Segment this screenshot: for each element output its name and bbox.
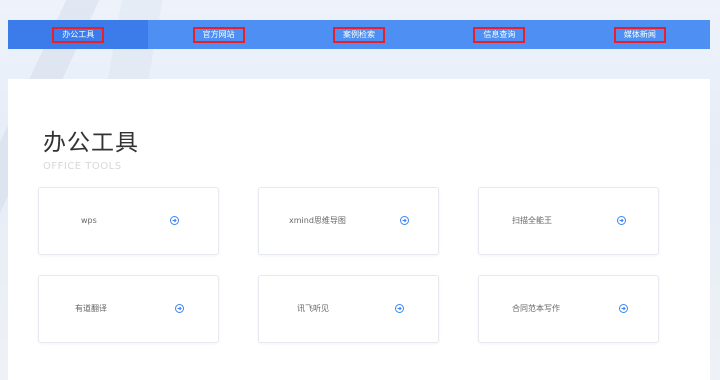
top-nav-bar: 办公工具 官方网站 案例检索 信息查询 媒体新闻 — [8, 20, 710, 49]
nav-item-case-search[interactable]: 案例检索 — [289, 20, 429, 49]
tool-card-label: 讯飞听见 — [297, 304, 329, 313]
nav-item-official-website[interactable]: 官方网站 — [148, 20, 288, 49]
nav-label: 媒体新闻 — [613, 26, 666, 43]
tool-card-label: wps — [81, 216, 97, 225]
tool-card-iflyrec[interactable]: 讯飞听见 — [258, 275, 439, 343]
nav-item-media-news[interactable]: 媒体新闻 — [570, 20, 710, 49]
nav-label: 办公工具 — [52, 26, 105, 43]
nav-item-info-query[interactable]: 信息查询 — [429, 20, 569, 49]
tool-card-wps[interactable]: wps — [38, 187, 219, 255]
content-panel: 办公工具 OFFICE TOOLS wps xmind思维导图 扫描全能王 有道… — [8, 79, 710, 380]
circle-arrow-right-icon[interactable] — [617, 216, 626, 225]
section-subtitle: OFFICE TOOLS — [43, 161, 122, 172]
tool-card-label: xmind思维导图 — [289, 216, 346, 225]
tool-card-label: 合同范本写作 — [512, 304, 560, 313]
tool-card-label: 扫描全能王 — [512, 216, 552, 225]
nav-label: 案例检索 — [333, 26, 386, 43]
nav-label: 信息查询 — [473, 26, 526, 43]
circle-arrow-right-icon[interactable] — [175, 304, 184, 313]
nav-label: 官方网站 — [192, 26, 245, 43]
tool-card-label: 有道翻译 — [75, 304, 107, 313]
circle-arrow-right-icon[interactable] — [395, 304, 404, 313]
nav-item-office-tools[interactable]: 办公工具 — [8, 20, 149, 49]
tool-card-youdao-translate[interactable]: 有道翻译 — [38, 275, 219, 343]
circle-arrow-right-icon[interactable] — [170, 216, 179, 225]
tool-card-contract-templates[interactable]: 合同范本写作 — [478, 275, 659, 343]
circle-arrow-right-icon[interactable] — [619, 304, 628, 313]
circle-arrow-right-icon[interactable] — [400, 216, 409, 225]
tool-card-camscanner[interactable]: 扫描全能王 — [478, 187, 659, 255]
tool-card-xmind[interactable]: xmind思维导图 — [258, 187, 439, 255]
section-title: 办公工具 — [43, 130, 139, 156]
